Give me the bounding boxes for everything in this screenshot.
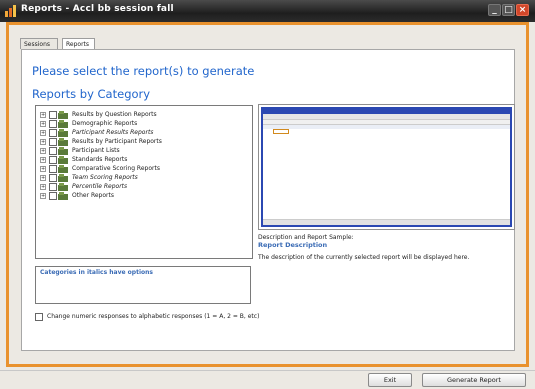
report-folder-icon bbox=[58, 147, 68, 155]
expand-icon[interactable]: + bbox=[40, 184, 46, 190]
window-title: Reports - Accl bb session fall bbox=[21, 4, 174, 14]
sample-header-row bbox=[263, 125, 510, 129]
report-category-tree[interactable]: + Results by Question Reports + Demograp… bbox=[35, 105, 253, 259]
category-checkbox[interactable] bbox=[49, 147, 57, 155]
report-description-body: The description of the currently selecte… bbox=[258, 254, 470, 261]
maximize-button[interactable]: □ bbox=[502, 4, 515, 16]
alphabetic-responses-checkbox[interactable] bbox=[35, 313, 43, 321]
category-checkbox[interactable] bbox=[49, 174, 57, 182]
section-title: Reports by Category bbox=[32, 87, 151, 101]
report-folder-icon bbox=[58, 174, 68, 182]
report-folder-icon bbox=[58, 192, 68, 200]
tree-item-label: Participant Results Reports bbox=[72, 129, 154, 136]
page-title: Please select the report(s) to generate bbox=[32, 64, 255, 78]
category-checkbox[interactable] bbox=[49, 120, 57, 128]
report-folder-icon bbox=[58, 156, 68, 164]
report-folder-icon bbox=[58, 165, 68, 173]
tree-item-label: Other Reports bbox=[72, 192, 114, 199]
report-folder-icon bbox=[58, 120, 68, 128]
tree-item-label: Comparative Scoring Reports bbox=[72, 165, 160, 172]
reports-window: Reports - Accl bb session fall _ □ × Ses… bbox=[0, 0, 535, 389]
expand-icon[interactable]: + bbox=[40, 175, 46, 181]
tree-item-label: Results by Question Reports bbox=[72, 111, 157, 118]
report-folder-icon bbox=[58, 111, 68, 119]
expand-icon[interactable]: + bbox=[40, 130, 46, 136]
tree-item-label: Results by Participant Reports bbox=[72, 138, 162, 145]
minimize-button[interactable]: _ bbox=[488, 4, 501, 16]
expand-icon[interactable]: + bbox=[40, 121, 46, 127]
tree-item-label: Standards Reports bbox=[72, 156, 128, 163]
sample-thumbnail bbox=[261, 107, 512, 227]
category-checkbox[interactable] bbox=[49, 183, 57, 191]
preview-caption: Description and Report Sample: bbox=[258, 234, 354, 241]
category-checkbox[interactable] bbox=[49, 111, 57, 119]
tree-item-label: Team Scoring Reports bbox=[72, 174, 138, 181]
close-button[interactable]: × bbox=[516, 4, 529, 16]
alphabetic-responses-label[interactable]: Change numeric responses to alphabetic r… bbox=[47, 313, 259, 320]
tree-item-label: Percentile Reports bbox=[72, 183, 128, 190]
report-description-title: Report Description bbox=[258, 241, 328, 249]
category-checkbox[interactable] bbox=[49, 129, 57, 137]
maximize-icon: □ bbox=[504, 5, 513, 15]
category-checkbox[interactable] bbox=[49, 156, 57, 164]
report-sample-preview bbox=[258, 104, 515, 230]
exit-button[interactable]: Exit bbox=[368, 373, 412, 387]
minimize-icon: _ bbox=[492, 5, 497, 15]
expand-icon[interactable]: + bbox=[40, 112, 46, 118]
app-icon bbox=[5, 5, 16, 17]
category-checkbox[interactable] bbox=[49, 138, 57, 146]
hint-box: Categories in italics have options bbox=[35, 266, 251, 304]
expand-icon[interactable]: + bbox=[40, 193, 46, 199]
sample-statusbar bbox=[263, 219, 510, 225]
close-icon: × bbox=[518, 5, 527, 15]
tab-reports[interactable]: Reports bbox=[62, 38, 95, 49]
category-checkbox[interactable] bbox=[49, 192, 57, 200]
generate-report-button[interactable]: Generate Report bbox=[422, 373, 526, 387]
tree-item-label: Participant Lists bbox=[72, 147, 120, 154]
report-folder-icon bbox=[58, 129, 68, 137]
sample-selected-cell bbox=[273, 129, 289, 134]
expand-icon[interactable]: + bbox=[40, 148, 46, 154]
title-bar[interactable]: Reports - Accl bb session fall _ □ × bbox=[0, 0, 535, 22]
tree-item-label: Demographic Reports bbox=[72, 120, 138, 127]
report-folder-icon bbox=[58, 183, 68, 191]
report-folder-icon bbox=[58, 138, 68, 146]
expand-icon[interactable]: + bbox=[40, 157, 46, 163]
tab-sessions[interactable]: Sessions bbox=[20, 38, 58, 49]
expand-icon[interactable]: + bbox=[40, 139, 46, 145]
expand-icon[interactable]: + bbox=[40, 166, 46, 172]
category-checkbox[interactable] bbox=[49, 165, 57, 173]
italics-hint: Categories in italics have options bbox=[40, 269, 153, 276]
